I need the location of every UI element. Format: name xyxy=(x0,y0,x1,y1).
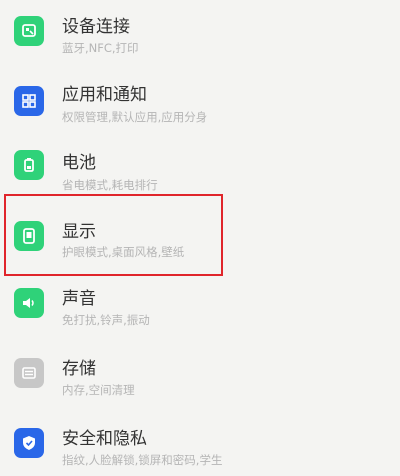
settings-item-sound[interactable]: 声音 免打扰,铃声,振动 xyxy=(0,272,400,340)
item-title: 安全和隐私 xyxy=(62,429,147,449)
item-subtitle: 蓝牙,NFC,打印 xyxy=(62,41,139,55)
item-title: 应用和通知 xyxy=(62,85,147,105)
settings-item-device-connection[interactable]: 设备连接 蓝牙,NFC,打印 xyxy=(0,0,400,68)
storage-icon xyxy=(14,358,44,388)
security-shield-icon xyxy=(14,428,44,458)
settings-item-storage[interactable]: 存储 内存,空间清理 xyxy=(0,340,400,408)
item-title: 设备连接 xyxy=(62,17,130,37)
highlight-box xyxy=(4,194,223,276)
device-connection-icon xyxy=(14,16,44,46)
item-subtitle: 权限管理,默认应用,应用分身 xyxy=(62,110,208,124)
battery-icon xyxy=(14,150,44,180)
settings-item-apps-notifications[interactable]: 应用和通知 权限管理,默认应用,应用分身 xyxy=(0,68,400,136)
item-subtitle: 指纹,人脸解锁,锁屏和密码,学生 xyxy=(62,453,223,467)
apps-grid-icon xyxy=(14,86,44,116)
item-subtitle: 内存,空间清理 xyxy=(62,383,135,397)
settings-item-security-privacy[interactable]: 安全和隐私 指纹,人脸解锁,锁屏和密码,学生 xyxy=(0,408,400,476)
sound-icon xyxy=(14,288,44,318)
item-subtitle: 省电模式,耗电排行 xyxy=(62,178,158,192)
item-title: 电池 xyxy=(62,153,96,173)
item-title: 声音 xyxy=(62,289,96,309)
item-subtitle: 免打扰,铃声,振动 xyxy=(62,313,150,327)
item-title: 存储 xyxy=(62,359,96,379)
